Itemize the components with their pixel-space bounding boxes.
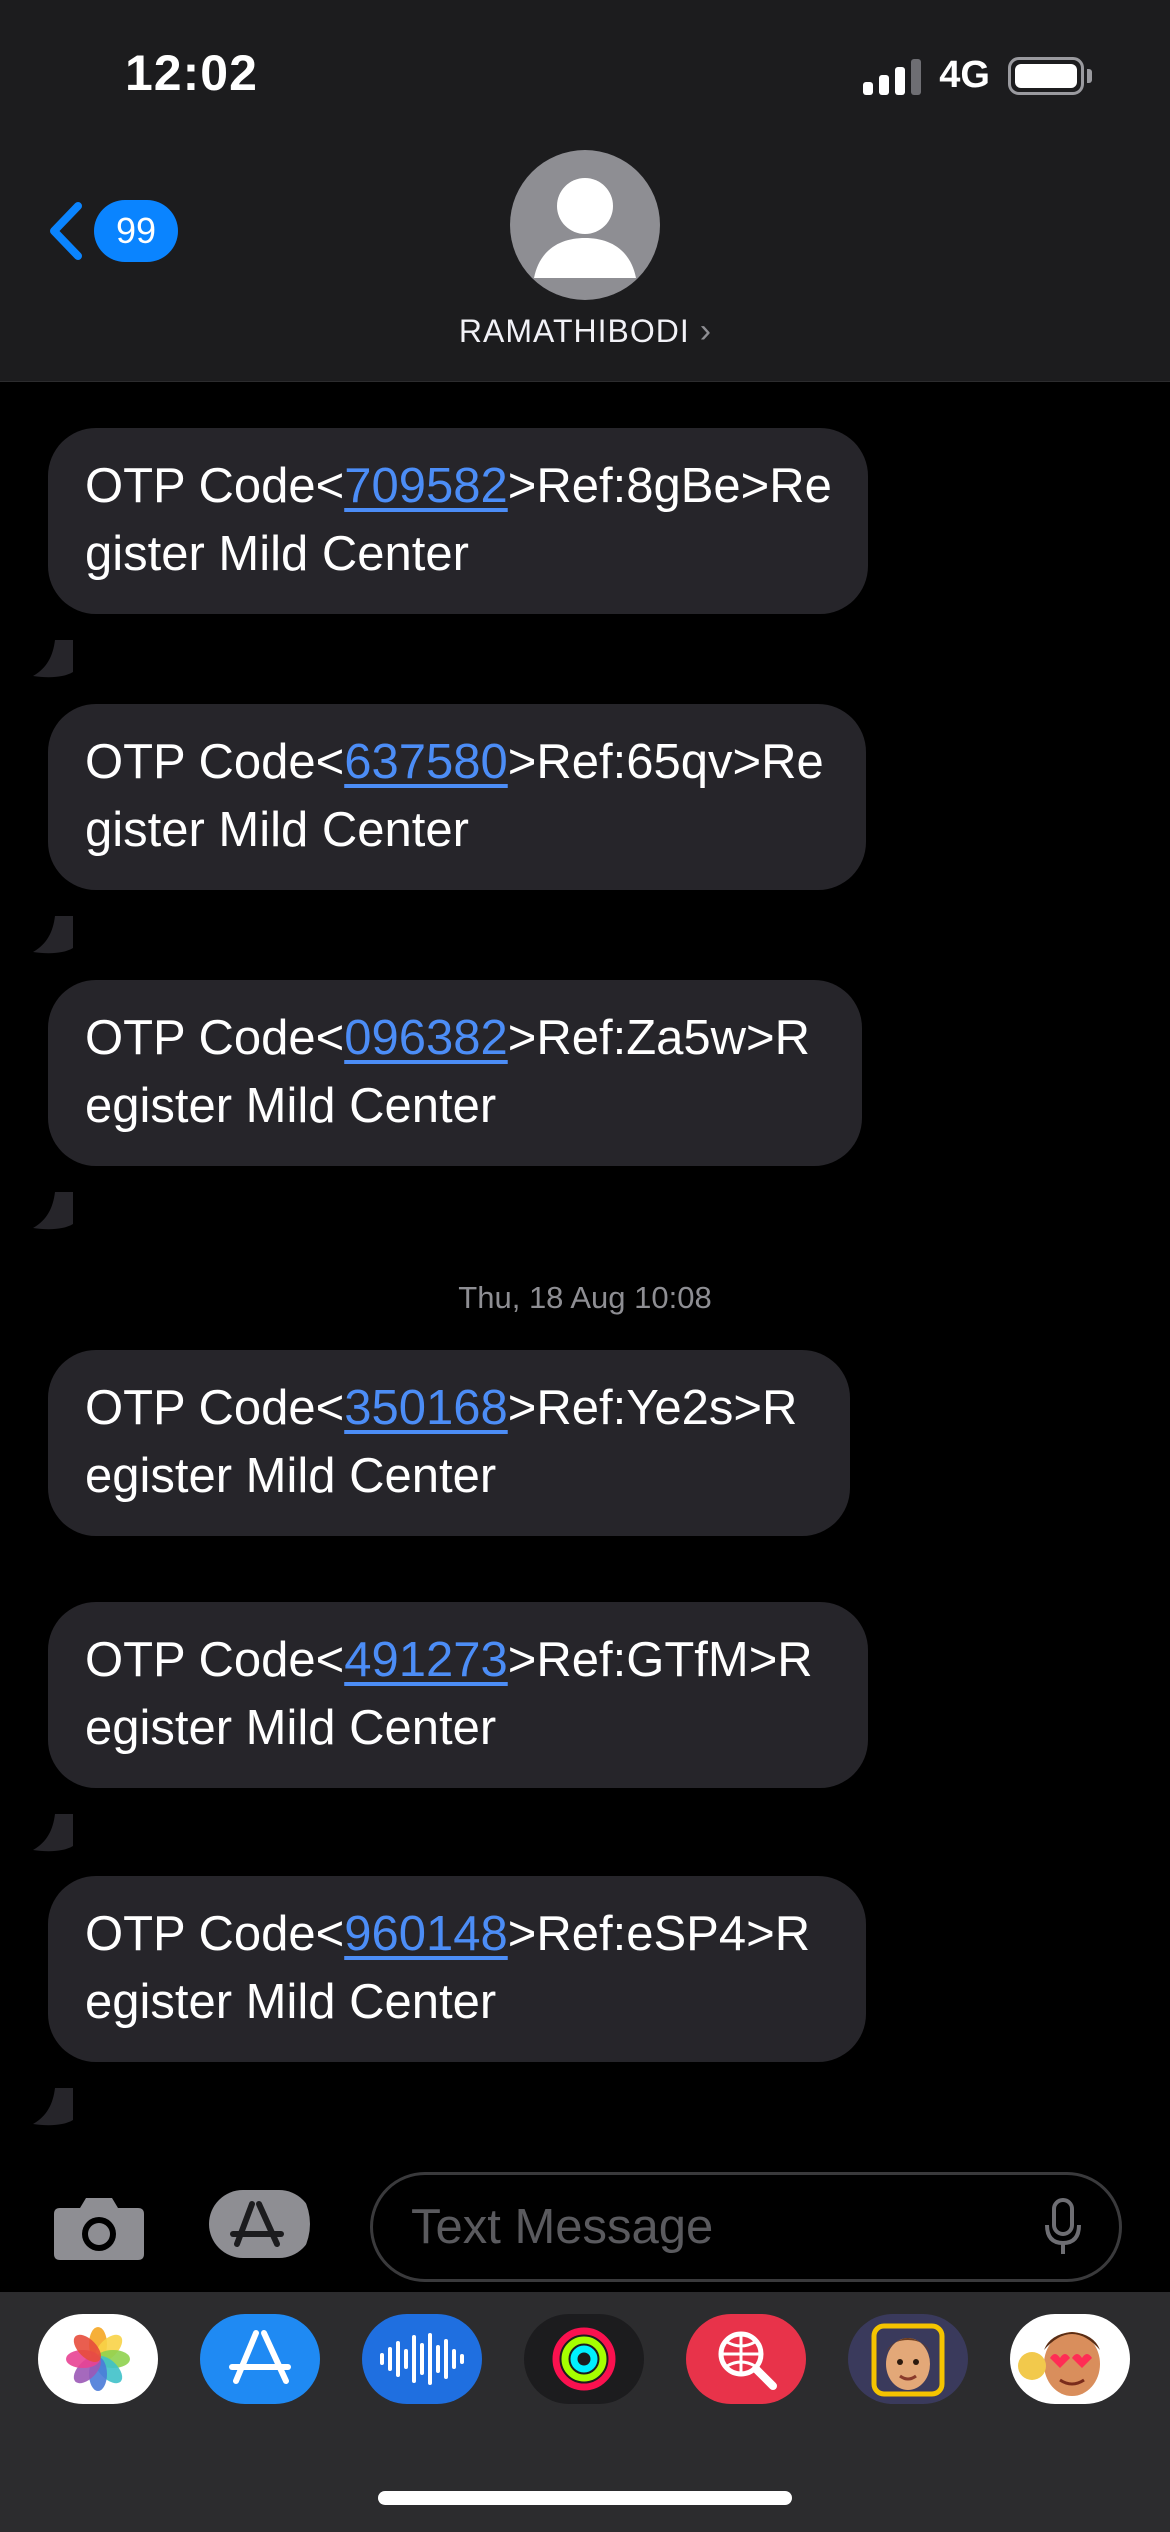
app-store-icon[interactable] (200, 2314, 320, 2404)
audio-message-icon[interactable] (362, 2314, 482, 2404)
activity-rings-icon (552, 2327, 616, 2391)
conversation-header: 12:02 4G 99 RAMATHIBODI › (0, 0, 1170, 382)
bubble-tail (33, 1814, 73, 1852)
person-icon (534, 178, 636, 278)
otp-code-link[interactable]: 637580 (344, 735, 508, 789)
message-text: OTP Code< (85, 1907, 345, 1961)
memoji-face-icon (871, 2323, 945, 2397)
app-drawer-row (38, 2314, 1130, 2404)
message-input-field[interactable] (370, 2172, 1122, 2282)
otp-code-link[interactable]: 960148 (344, 1907, 508, 1961)
unread-count-badge: 99 (94, 200, 178, 262)
message-text: OTP Code< (85, 735, 345, 789)
message-text: OTP Code< (85, 1381, 345, 1435)
memoji-icon[interactable] (848, 2314, 968, 2404)
contact-name: RAMATHIBODI (458, 313, 690, 349)
status-time: 12:02 (125, 45, 258, 101)
compose-bar (0, 2152, 1170, 2292)
contact-avatar[interactable] (510, 150, 660, 300)
app-store-a-icon (229, 2330, 291, 2384)
message-bubble[interactable]: OTP Code<491273>Ref:GTfM>Register Mild C… (48, 1602, 868, 1788)
timestamp-day: Thu, 18 Aug (458, 1280, 626, 1315)
otp-code-link[interactable]: 491273 (344, 1633, 508, 1687)
contact-details-link[interactable]: RAMATHIBODI › (0, 312, 1170, 351)
waveform-icon (380, 2333, 464, 2385)
bubble-tail (33, 1192, 73, 1230)
photos-icon[interactable] (38, 2314, 158, 2404)
bubble-tail (33, 2088, 73, 2126)
message-bubble[interactable]: OTP Code<709582>Ref:8gBe>Register Mild C… (48, 428, 868, 614)
message-text: OTP Code< (85, 1633, 345, 1687)
photos-flower-icon (66, 2327, 130, 2391)
chevron-right-icon: › (699, 312, 712, 350)
message-bubble[interactable]: OTP Code<637580>Ref:65qv>Register Mild C… (48, 704, 866, 890)
camera-icon[interactable] (52, 2192, 146, 2262)
image-search-icon[interactable] (686, 2314, 806, 2404)
status-indicators: 4G (863, 54, 1092, 97)
otp-code-link[interactable]: 350168 (344, 1381, 508, 1435)
app-store-apps-icon[interactable] (207, 2188, 319, 2260)
chevron-left-icon (50, 202, 82, 260)
back-button[interactable]: 99 (44, 200, 178, 262)
otp-code-link[interactable]: 709582 (344, 459, 508, 513)
otp-code-link[interactable]: 096382 (344, 1011, 508, 1065)
message-bubble[interactable]: OTP Code<096382>Ref:Za5w>Register Mild C… (48, 980, 862, 1166)
globe-magnifier-icon (718, 2331, 777, 2390)
heart-eyes-memoji-icon (1018, 2332, 1100, 2396)
bubble-tail (33, 916, 73, 954)
message-bubble[interactable]: OTP Code<350168>Ref:Ye2s>Register Mild C… (48, 1350, 850, 1536)
message-timestamp: Thu, 18 Aug 10:08 (0, 1280, 1170, 1316)
message-bubble[interactable]: OTP Code<960148>Ref:eSP4>Register Mild C… (48, 1876, 866, 2062)
home-indicator[interactable] (378, 2491, 792, 2505)
fitness-rings-icon[interactable] (524, 2314, 644, 2404)
cellular-signal-icon (863, 57, 922, 95)
timestamp-time: 10:08 (634, 1280, 712, 1315)
message-thread[interactable]: OTP Code<709582>Ref:8gBe>Register Mild C… (0, 382, 1170, 2152)
message-input[interactable] (409, 2198, 1043, 2256)
bubble-tail (33, 640, 73, 678)
network-type: 4G (939, 54, 990, 96)
microphone-icon[interactable] (1043, 2197, 1083, 2257)
animoji-stickers-icon[interactable] (1010, 2314, 1130, 2404)
battery-icon (1008, 56, 1092, 95)
message-text: OTP Code< (85, 459, 345, 513)
message-text: OTP Code< (85, 1011, 345, 1065)
